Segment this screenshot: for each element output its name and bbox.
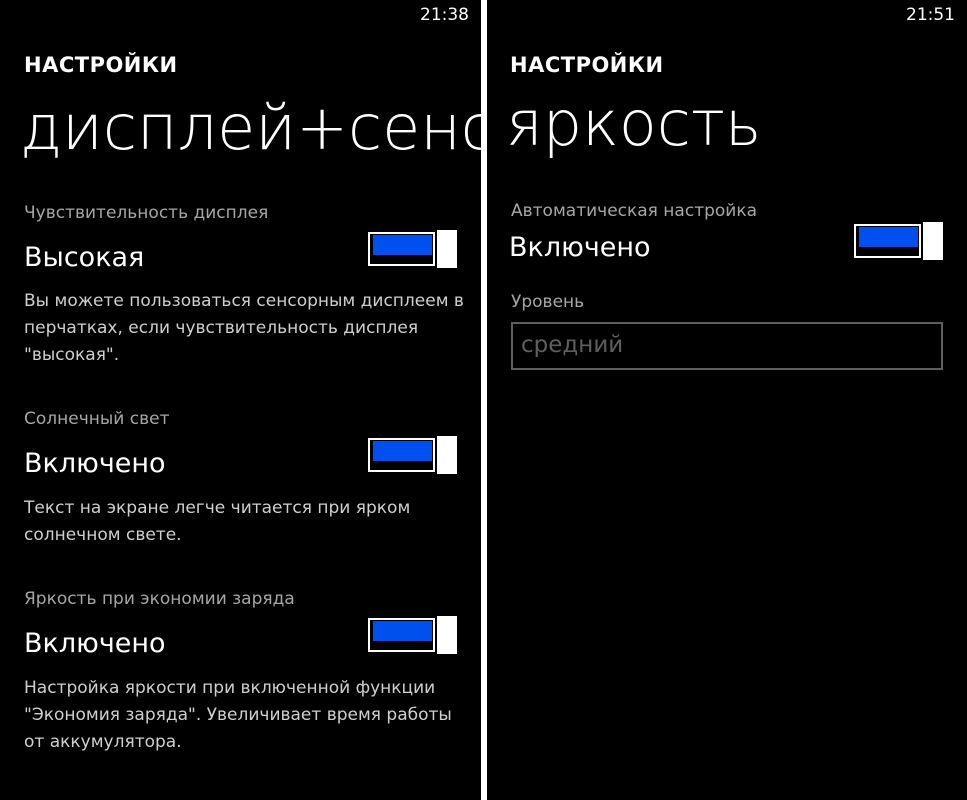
app-title: НАСТРОЙКИ (24, 53, 178, 77)
display-sensitivity-value: Высокая (24, 242, 145, 273)
page-title: дисплей+сенс (20, 91, 481, 164)
toggle-knob[interactable] (437, 230, 457, 268)
app-title: НАСТРОЙКИ (510, 53, 664, 77)
display-sensitivity-description: Вы можете пользоваться сенсорным дисплее… (24, 291, 464, 365)
toggle-knob[interactable] (437, 436, 457, 474)
toggle-knob[interactable] (437, 616, 457, 654)
battery-saver-brightness-toggle[interactable] (368, 616, 457, 654)
sunlight-toggle[interactable] (368, 436, 457, 474)
brightness-level-label: Уровень (511, 292, 585, 312)
sunlight-description: Текст на экране легче читается при ярком… (24, 498, 411, 545)
battery-saver-brightness-label: Яркость при экономии заряда (24, 589, 295, 609)
sunlight-label: Солнечный свет (24, 409, 170, 429)
auto-brightness-label: Автоматическая настройка (511, 201, 758, 221)
toggle-fill (373, 441, 432, 461)
toggle-knob[interactable] (923, 222, 943, 260)
brightness-settings-screen: 21:51 НАСТРОЙКИ яркость Автоматическая н… (487, 0, 967, 800)
page-title: яркость (506, 87, 762, 160)
display-touch-settings-screen: 21:38 НАСТРОЙКИ дисплей+сенс Чувствитель… (0, 0, 481, 800)
sunlight-value: Включено (24, 448, 166, 479)
display-sensitivity-toggle[interactable] (368, 230, 457, 268)
auto-brightness-toggle[interactable] (854, 222, 943, 260)
status-bar-clock: 21:38 (420, 5, 469, 25)
display-sensitivity-label: Чувствительность дисплея (24, 203, 269, 223)
battery-saver-brightness-value: Включено (24, 628, 166, 659)
brightness-level-value: средний (521, 332, 624, 358)
toggle-fill (373, 621, 432, 641)
toggle-fill (373, 235, 432, 255)
status-bar-clock: 21:51 (906, 5, 955, 25)
battery-saver-brightness-description: Настройка яркости при включенной функции… (24, 678, 452, 752)
toggle-fill (859, 227, 918, 247)
auto-brightness-value: Включено (509, 232, 651, 263)
brightness-level-picker[interactable]: средний (511, 322, 943, 370)
